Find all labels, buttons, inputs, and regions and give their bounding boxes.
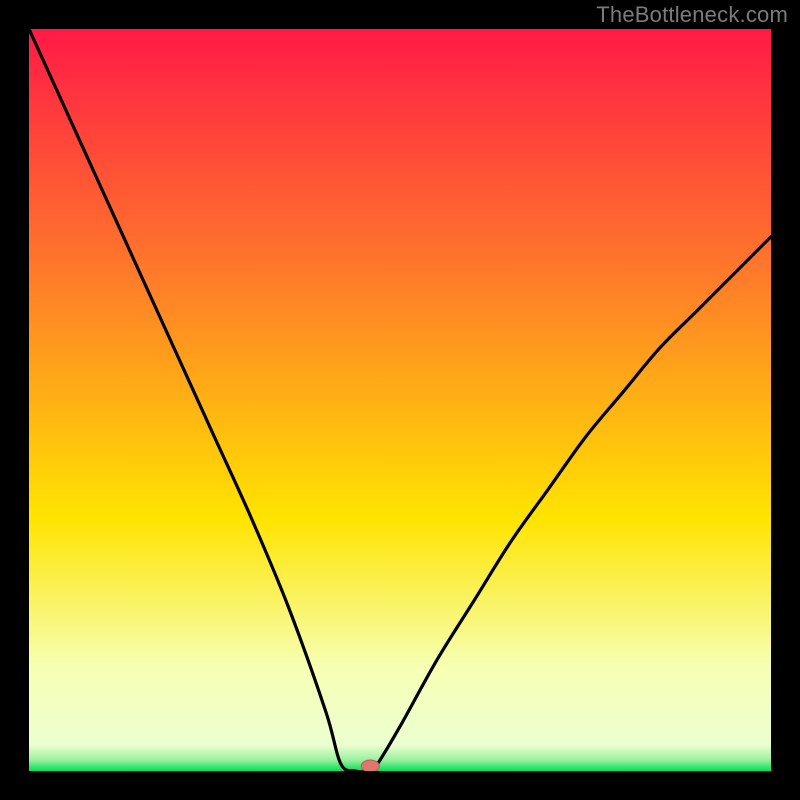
- optimal-point-marker: [361, 760, 379, 771]
- watermark-label: TheBottleneck.com: [596, 2, 788, 28]
- chart-frame: TheBottleneck.com: [0, 0, 800, 800]
- bottleneck-chart: [29, 29, 771, 771]
- plot-area: [29, 29, 771, 771]
- gradient-background: [29, 29, 771, 771]
